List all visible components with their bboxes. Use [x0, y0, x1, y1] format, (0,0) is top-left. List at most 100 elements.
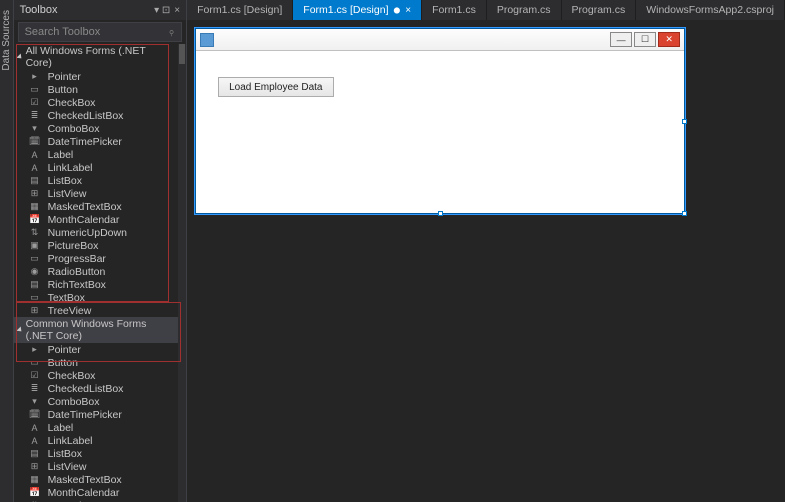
- control-icon: ▤: [28, 448, 42, 460]
- close-button[interactable]: ✕: [658, 32, 680, 47]
- form-titlebar[interactable]: — ☐ ✕: [196, 29, 684, 51]
- pin-icon[interactable]: ⬤: [394, 7, 401, 14]
- toolbox-item[interactable]: ALinkLabel: [14, 434, 179, 447]
- document-tab[interactable]: Form1.cs: [422, 0, 487, 20]
- toolbox-item-label: Pointer: [48, 71, 81, 83]
- toolbox-item[interactable]: ▦MaskedTextBox: [14, 473, 179, 486]
- toolbox-item[interactable]: 🗓DateTimePicker: [14, 135, 179, 148]
- toolbox-item-label: DateTimePicker: [48, 409, 122, 421]
- control-icon: ▸: [28, 71, 42, 83]
- toolbox-item[interactable]: 🗓DateTimePicker: [14, 408, 179, 421]
- document-tab[interactable]: Program.cs: [487, 0, 562, 20]
- control-icon: ≣: [28, 110, 42, 122]
- toolbox-item-label: ComboBox: [48, 396, 100, 408]
- toolbox-item-label: CheckedListBox: [48, 110, 124, 122]
- app-icon: [200, 33, 214, 47]
- search-icon: ⌕: [165, 25, 179, 39]
- maximize-button[interactable]: ☐: [634, 32, 656, 47]
- toolbox-item[interactable]: ☑CheckBox: [14, 369, 179, 382]
- tab-data-sources[interactable]: Data Sources: [1, 6, 12, 75]
- resize-handle[interactable]: [438, 211, 443, 216]
- toolbox-item[interactable]: ☑CheckBox: [14, 96, 179, 109]
- toolbox-item[interactable]: ◉RadioButton: [14, 265, 179, 278]
- toolbox-item-label: Label: [48, 149, 74, 161]
- load-employee-data-button[interactable]: Load Employee Data: [218, 77, 333, 97]
- control-icon: ▦: [28, 201, 42, 213]
- control-icon: A: [28, 422, 42, 434]
- tab-label: Form1.cs [Design]: [197, 4, 282, 16]
- form-window[interactable]: — ☐ ✕ Load Employee Data: [195, 28, 685, 214]
- vertical-tabstrip: Data Sources: [0, 0, 14, 502]
- control-icon: ▭: [28, 357, 42, 369]
- document-tab[interactable]: Form1.cs [Design]: [187, 0, 293, 20]
- control-icon: ▤: [28, 175, 42, 187]
- window-buttons: — ☐ ✕: [610, 32, 680, 47]
- toolbox-item-label: MonthCalendar: [48, 487, 120, 499]
- editor-area: Form1.cs [Design]Form1.cs [Design]⬤×Form…: [187, 0, 785, 502]
- control-icon: ▤: [28, 279, 42, 291]
- toolbox-item[interactable]: ALinkLabel: [14, 161, 179, 174]
- toolbox-panel: Toolbox ▾ ⊡ × Search Toolbox ⌕ All Windo…: [14, 0, 188, 502]
- toolbox-category[interactable]: All Windows Forms (.NET Core): [14, 44, 179, 70]
- toolbox-item[interactable]: ▣PictureBox: [14, 239, 179, 252]
- toolbox-item[interactable]: ▦MaskedTextBox: [14, 200, 179, 213]
- toolbox-item[interactable]: 📅MonthCalendar: [14, 213, 179, 226]
- toolbox-item[interactable]: ▤ ListBox: [14, 447, 179, 460]
- toolbox-item-label: ComboBox: [48, 123, 100, 135]
- toolbox-item[interactable]: ▤RichTextBox: [14, 278, 179, 291]
- toolbox-item-label: Button: [48, 357, 78, 369]
- control-icon: A: [28, 149, 42, 161]
- toolbox-item-label: RadioButton: [48, 266, 106, 278]
- tab-label: Program.cs: [572, 4, 626, 16]
- scroll-thumb[interactable]: [179, 44, 185, 64]
- control-icon: A: [28, 435, 42, 447]
- document-tab[interactable]: Program.cs: [562, 0, 637, 20]
- document-tab[interactable]: Form1.cs [Design]⬤×: [293, 0, 422, 20]
- toolbox-item[interactable]: ≣ CheckedListBox: [14, 109, 179, 122]
- toolbox-item[interactable]: ▭ Button: [14, 356, 179, 369]
- control-icon: ☑: [28, 97, 42, 109]
- toolbox-item-label: ListBox: [48, 448, 82, 460]
- search-input[interactable]: Search Toolbox ⌕: [18, 22, 183, 42]
- minimize-button[interactable]: —: [610, 32, 632, 47]
- toolbox-item[interactable]: ▤ ListBox: [14, 174, 179, 187]
- toolbox-item[interactable]: ▸ Pointer: [14, 70, 179, 83]
- control-icon: ⊞: [28, 305, 42, 317]
- toolbox-item[interactable]: ▭ProgressBar: [14, 252, 179, 265]
- toolbox-item[interactable]: ▾ComboBox: [14, 395, 179, 408]
- panel-options-icon[interactable]: ▾ ⊡: [154, 5, 170, 16]
- toolbox-item-label: LinkLabel: [48, 162, 93, 174]
- control-icon: ⊞: [28, 188, 42, 200]
- toolbox-item[interactable]: ▸ Pointer: [14, 343, 179, 356]
- control-icon: 📅: [28, 214, 42, 226]
- toolbox-item[interactable]: ⊞TreeView: [14, 304, 179, 317]
- toolbox-item[interactable]: A Label: [14, 148, 179, 161]
- close-icon[interactable]: ×: [405, 5, 411, 16]
- tab-label: Program.cs: [497, 4, 551, 16]
- toolbox-item[interactable]: ▭TextBox: [14, 291, 179, 304]
- document-tab[interactable]: WindowsFormsApp2.csproj: [636, 0, 785, 20]
- toolbox-item[interactable]: ⊞ListView: [14, 460, 179, 473]
- toolbox-item-label: NumericUpDown: [48, 227, 127, 239]
- toolbox-item-label: ListBox: [48, 175, 82, 187]
- toolbox-item[interactable]: ▭Button: [14, 83, 179, 96]
- toolbox-item[interactable]: A Label: [14, 421, 179, 434]
- toolbox-item-label: PictureBox: [48, 240, 99, 252]
- toolbox-item[interactable]: ▾ComboBox: [14, 122, 179, 135]
- close-icon[interactable]: ×: [174, 5, 180, 16]
- toolbox-item-label: Pointer: [48, 344, 81, 356]
- toolbox-category[interactable]: Common Windows Forms (.NET Core): [14, 317, 179, 343]
- resize-handle[interactable]: [682, 119, 687, 124]
- control-icon: ⇅: [28, 227, 42, 239]
- scrollbar[interactable]: [178, 44, 186, 502]
- toolbox-item[interactable]: ⇅ NumericUpDown: [14, 226, 179, 239]
- control-icon: ▸: [28, 344, 42, 356]
- toolbox-item[interactable]: ≣CheckedListBox: [14, 382, 179, 395]
- form-designer-surface[interactable]: — ☐ ✕ Load Employee Data: [187, 20, 785, 502]
- toolbox-item[interactable]: ⊞ListView: [14, 187, 179, 200]
- toolbox-item-label: CheckedListBox: [48, 383, 124, 395]
- toolbox-item-label: Label: [48, 422, 74, 434]
- form-client-area[interactable]: Load Employee Data: [196, 51, 684, 123]
- resize-handle[interactable]: [682, 211, 687, 216]
- toolbox-item[interactable]: 📅MonthCalendar: [14, 486, 179, 499]
